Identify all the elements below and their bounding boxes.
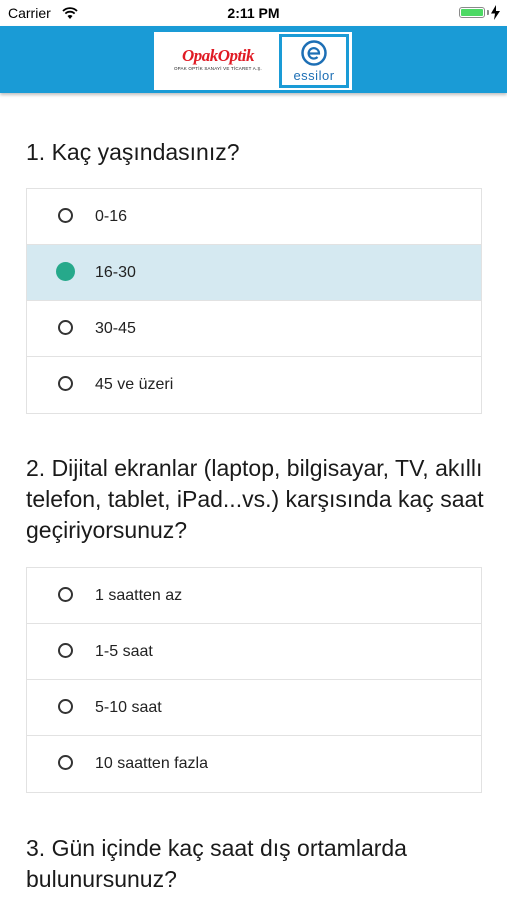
option-row[interactable]: 1 saatten az: [27, 568, 481, 624]
essilor-wordmark: essilor: [293, 68, 335, 83]
essilor-logo: essilor: [279, 34, 349, 88]
radio-button-selected[interactable]: [56, 262, 75, 281]
option-label: 30-45: [95, 320, 136, 337]
radio-button[interactable]: [58, 320, 73, 335]
option-label: 1-5 saat: [95, 643, 153, 660]
battery-tip: [487, 10, 489, 15]
option-label: 0-16: [95, 208, 128, 225]
radio-button[interactable]: [58, 643, 73, 658]
opakoptik-logo-subtitle: OPAK OPTİK SANAYİ VE TİCARET A.Ş.: [173, 66, 263, 71]
brand-logos: OpakOptik OPAK OPTİK SANAYİ VE TİCARET A…: [154, 32, 352, 90]
option-label: 1 saatten az: [95, 587, 183, 604]
question-2-title: 2. Dijital ekranlar (laptop, bilgisayar,…: [26, 455, 484, 543]
radio-button[interactable]: [58, 699, 73, 714]
app-header: OpakOptik OPAK OPTİK SANAYİ VE TİCARET A…: [0, 26, 507, 93]
option-row[interactable]: 30-45: [27, 301, 481, 357]
clock: 2:11 PM: [227, 5, 280, 21]
option-row-selected[interactable]: 16-30: [27, 245, 481, 301]
radio-button[interactable]: [58, 755, 73, 770]
radio-button[interactable]: [58, 376, 73, 391]
status-bar: Carrier 2:11 PM: [0, 0, 507, 26]
option-row[interactable]: 10 saatten fazla: [27, 736, 481, 792]
option-label: 16-30: [95, 264, 136, 281]
option-row[interactable]: 45 ve üzeri: [27, 357, 481, 413]
question-1-title: 1. Kaç yaşındasınız?: [26, 139, 240, 165]
option-row[interactable]: 0-16: [27, 189, 481, 245]
question-1-options: 0-16 16-30 30-45 45 ve üzeri: [26, 188, 482, 414]
radio-button[interactable]: [58, 587, 73, 602]
option-label: 45 ve üzeri: [95, 376, 174, 393]
battery-icon: [459, 7, 485, 18]
option-row[interactable]: 1-5 saat: [27, 624, 481, 680]
option-row[interactable]: 5-10 saat: [27, 680, 481, 736]
essilor-e-icon: [301, 40, 327, 66]
question-2-options: 1 saatten az 1-5 saat 5-10 saat 10 saatt…: [26, 567, 482, 793]
option-label: 10 saatten fazla: [95, 755, 208, 772]
opakoptik-logo: OpakOptik: [182, 46, 255, 65]
option-label: 5-10 saat: [95, 699, 162, 716]
charging-bolt-icon: [491, 5, 500, 20]
radio-button[interactable]: [58, 208, 73, 223]
question-3-title: 3. Gün içinde kaç saat dış ortamlarda bu…: [26, 835, 407, 892]
